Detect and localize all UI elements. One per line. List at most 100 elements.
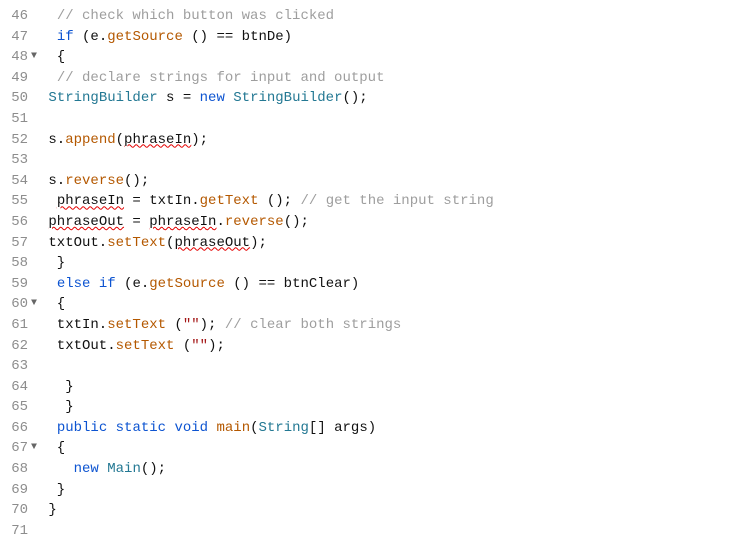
code-line[interactable]: } (40, 377, 74, 398)
code-line[interactable]: } (40, 253, 65, 274)
code-line[interactable]: { (40, 47, 65, 68)
code-token (40, 8, 57, 24)
code-row[interactable]: 58 } (0, 253, 494, 274)
code-row[interactable]: 51 (0, 109, 494, 130)
code-line[interactable]: txtOut.setText(phraseOut); (40, 233, 267, 254)
line-number: 48 (0, 47, 28, 68)
code-token: phraseIn (149, 214, 216, 230)
fold-marker-icon[interactable]: ▼ (28, 47, 40, 68)
code-row[interactable]: 49 // declare strings for input and outp… (0, 68, 494, 89)
line-number: 52 (0, 130, 28, 151)
code-row[interactable]: 50 StringBuilder s = new StringBuilder()… (0, 88, 494, 109)
fold-marker-icon (28, 480, 40, 501)
code-line[interactable]: phraseOut = phraseIn.reverse(); (40, 212, 309, 233)
code-line[interactable]: if (e.getSource () == btnDe) (40, 27, 292, 48)
code-token: String (259, 420, 309, 436)
fold-marker-icon (28, 397, 40, 418)
code-line[interactable]: } (40, 397, 74, 418)
code-token: "" (191, 338, 208, 354)
code-row[interactable]: 64 } (0, 377, 494, 398)
code-row[interactable]: 55 phraseIn = txtIn.getText (); // get t… (0, 191, 494, 212)
code-row[interactable]: 69 } (0, 480, 494, 501)
code-token: (); (258, 193, 300, 209)
fold-marker-icon[interactable]: ▼ (28, 438, 40, 459)
code-token: (); (141, 461, 166, 477)
code-token: getSource (107, 29, 183, 45)
code-line[interactable]: } (40, 500, 57, 521)
code-row[interactable]: 63 (0, 356, 494, 377)
line-number: 50 (0, 88, 28, 109)
code-token: = txtIn. (124, 193, 200, 209)
code-token (40, 276, 57, 292)
code-row[interactable]: 54 s.reverse(); (0, 171, 494, 192)
code-line[interactable]: StringBuilder s = new StringBuilder(); (40, 88, 368, 109)
code-token: s. (40, 173, 65, 189)
code-token: txtOut. (40, 235, 107, 251)
code-editor[interactable]: 46 // check which button was clicked47 i… (0, 0, 750, 543)
fold-marker-icon (28, 459, 40, 480)
code-token (90, 276, 98, 292)
line-number: 47 (0, 27, 28, 48)
fold-marker-icon (28, 68, 40, 89)
code-row[interactable]: 71 (0, 521, 494, 542)
code-row[interactable]: 68 new Main(); (0, 459, 494, 480)
code-row[interactable]: 59 else if (e.getSource () == btnClear) (0, 274, 494, 295)
code-row[interactable]: 53 (0, 150, 494, 171)
code-token: } (40, 502, 57, 518)
code-line[interactable]: s.reverse(); (40, 171, 149, 192)
fold-marker-icon (28, 212, 40, 233)
code-line[interactable]: { (40, 438, 65, 459)
code-token: } (40, 482, 65, 498)
code-line[interactable]: s.append(phraseIn); (40, 130, 208, 151)
code-token: if (99, 276, 116, 292)
code-token: (e. (74, 29, 108, 45)
fold-marker-icon (28, 336, 40, 357)
code-row[interactable]: 47 if (e.getSource () == btnDe) (0, 27, 494, 48)
code-row[interactable]: 62 txtOut.setText (""); (0, 336, 494, 357)
code-line[interactable]: phraseIn = txtIn.getText (); // get the … (40, 191, 494, 212)
line-number: 63 (0, 356, 28, 377)
fold-marker-icon[interactable]: ▼ (28, 294, 40, 315)
code-token: // check which button was clicked (57, 8, 334, 24)
code-token: { (40, 49, 65, 65)
code-line[interactable]: { (40, 294, 65, 315)
code-line[interactable]: } (40, 480, 65, 501)
code-token: } (40, 379, 74, 395)
code-row[interactable]: 65 } (0, 397, 494, 418)
line-number: 56 (0, 212, 28, 233)
code-row[interactable]: 56 phraseOut = phraseIn.reverse(); (0, 212, 494, 233)
code-token: . (216, 214, 224, 230)
code-line[interactable]: txtIn.setText (""); // clear both string… (40, 315, 401, 336)
code-line[interactable]: new Main(); (40, 459, 166, 480)
fold-marker-icon (28, 315, 40, 336)
code-row[interactable]: 60▼ { (0, 294, 494, 315)
code-token: ( (116, 132, 124, 148)
code-row[interactable]: 48▼ { (0, 47, 494, 68)
code-token: (e. (116, 276, 150, 292)
code-row[interactable]: 57 txtOut.setText(phraseOut); (0, 233, 494, 254)
code-row[interactable]: 70 } (0, 500, 494, 521)
fold-marker-icon (28, 274, 40, 295)
code-row[interactable]: 46 // check which button was clicked (0, 6, 494, 27)
code-token: phraseOut (48, 214, 124, 230)
code-token: } (40, 255, 65, 271)
code-token (40, 70, 57, 86)
code-line[interactable]: // check which button was clicked (40, 6, 334, 27)
code-token: setText (107, 235, 166, 251)
code-row[interactable]: 61 txtIn.setText (""); // clear both str… (0, 315, 494, 336)
code-line[interactable]: // declare strings for input and output (40, 68, 384, 89)
code-token: // clear both strings (225, 317, 401, 333)
code-token (40, 461, 74, 477)
line-number: 70 (0, 500, 28, 521)
code-row[interactable]: 52 s.append(phraseIn); (0, 130, 494, 151)
code-row[interactable]: 66 public static void main(String[] args… (0, 418, 494, 439)
code-token: public (57, 420, 107, 436)
code-token: txtIn. (40, 317, 107, 333)
code-row[interactable]: 67▼ { (0, 438, 494, 459)
code-token (99, 461, 107, 477)
code-line[interactable]: public static void main(String[] args) (40, 418, 376, 439)
line-number: 54 (0, 171, 28, 192)
code-line[interactable]: txtOut.setText (""); (40, 336, 225, 357)
fold-marker-icon (28, 6, 40, 27)
code-line[interactable]: else if (e.getSource () == btnClear) (40, 274, 359, 295)
